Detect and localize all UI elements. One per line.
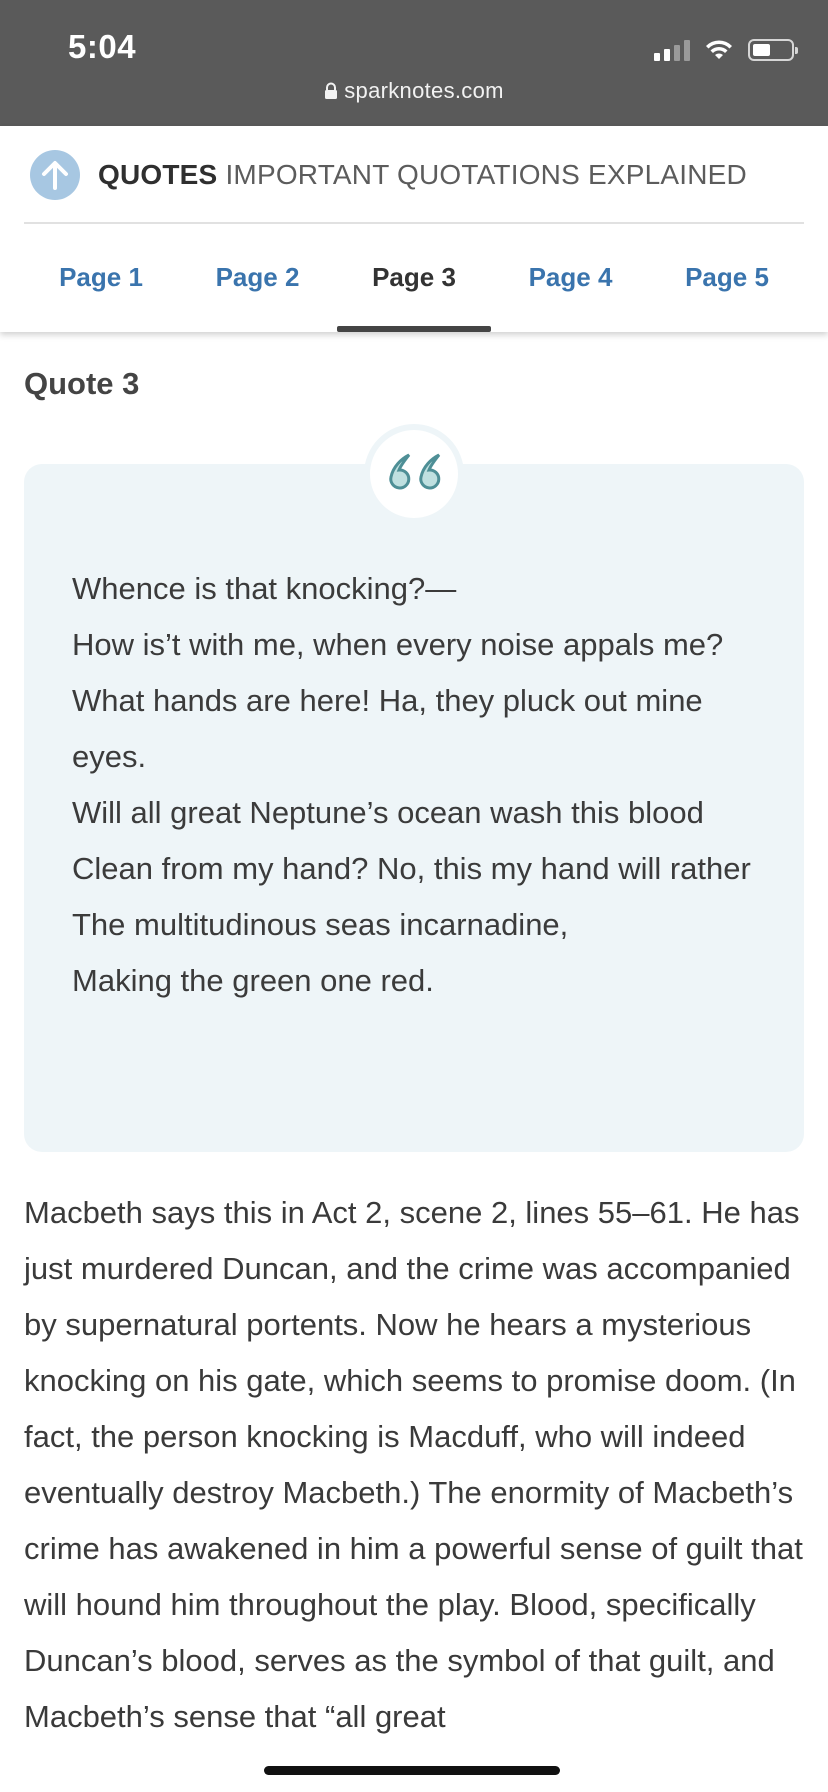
lock-icon bbox=[325, 82, 338, 99]
wifi-icon bbox=[706, 40, 732, 59]
status-icons bbox=[654, 36, 798, 64]
quote-heading: Quote 3 bbox=[24, 366, 140, 401]
home-indicator[interactable] bbox=[264, 1766, 560, 1775]
quote-line: Whence is that knocking?— bbox=[72, 571, 457, 606]
cellular-signal-icon bbox=[654, 39, 690, 61]
section-subtitle: IMPORTANT QUOTATIONS EXPLAINED bbox=[225, 159, 747, 190]
back-to-top-button[interactable] bbox=[30, 150, 80, 200]
quote-line: How is’t with me, when every noise appal… bbox=[72, 627, 724, 662]
section-header: QUOTES IMPORTANT QUOTATIONS EXPLAINED Pa… bbox=[0, 126, 828, 332]
section-title-row: QUOTES IMPORTANT QUOTATIONS EXPLAINED bbox=[30, 150, 747, 200]
status-time: 5:04 bbox=[68, 28, 137, 65]
section-title: QUOTES bbox=[98, 159, 218, 190]
status-bar: 5:04 sparknotes.com bbox=[0, 0, 828, 126]
battery-icon bbox=[748, 39, 798, 61]
page-tabs: Page 1 Page 2 Page 3 Page 4 Page 5 bbox=[24, 226, 804, 332]
tab-page-1[interactable]: Page 1 bbox=[24, 226, 178, 332]
explanation-paragraph: Macbeth says this in Act 2, scene 2, lin… bbox=[24, 1195, 803, 1734]
header-divider bbox=[24, 222, 804, 224]
quote-line: What hands are here! Ha, they pluck out … bbox=[72, 683, 703, 774]
arrow-up-icon bbox=[42, 161, 68, 190]
quote-mark-icon bbox=[364, 424, 464, 524]
quote-line: Will all great Neptune’s ocean wash this… bbox=[72, 795, 704, 830]
tab-page-3[interactable]: Page 3 bbox=[337, 226, 491, 332]
address-bar[interactable]: sparknotes.com bbox=[0, 78, 828, 104]
tab-page-5[interactable]: Page 5 bbox=[650, 226, 804, 332]
quote-text: Whence is that knocking?— How is’t with … bbox=[72, 561, 772, 1009]
tab-page-2[interactable]: Page 2 bbox=[181, 226, 335, 332]
quote-line: The multitudinous seas incarnadine, bbox=[72, 907, 569, 942]
tab-page-4[interactable]: Page 4 bbox=[494, 226, 648, 332]
url-text[interactable]: sparknotes.com bbox=[344, 78, 504, 103]
quote-line: Clean from my hand? No, this my hand wil… bbox=[72, 851, 751, 886]
quote-line: Making the green one red. bbox=[72, 963, 434, 998]
